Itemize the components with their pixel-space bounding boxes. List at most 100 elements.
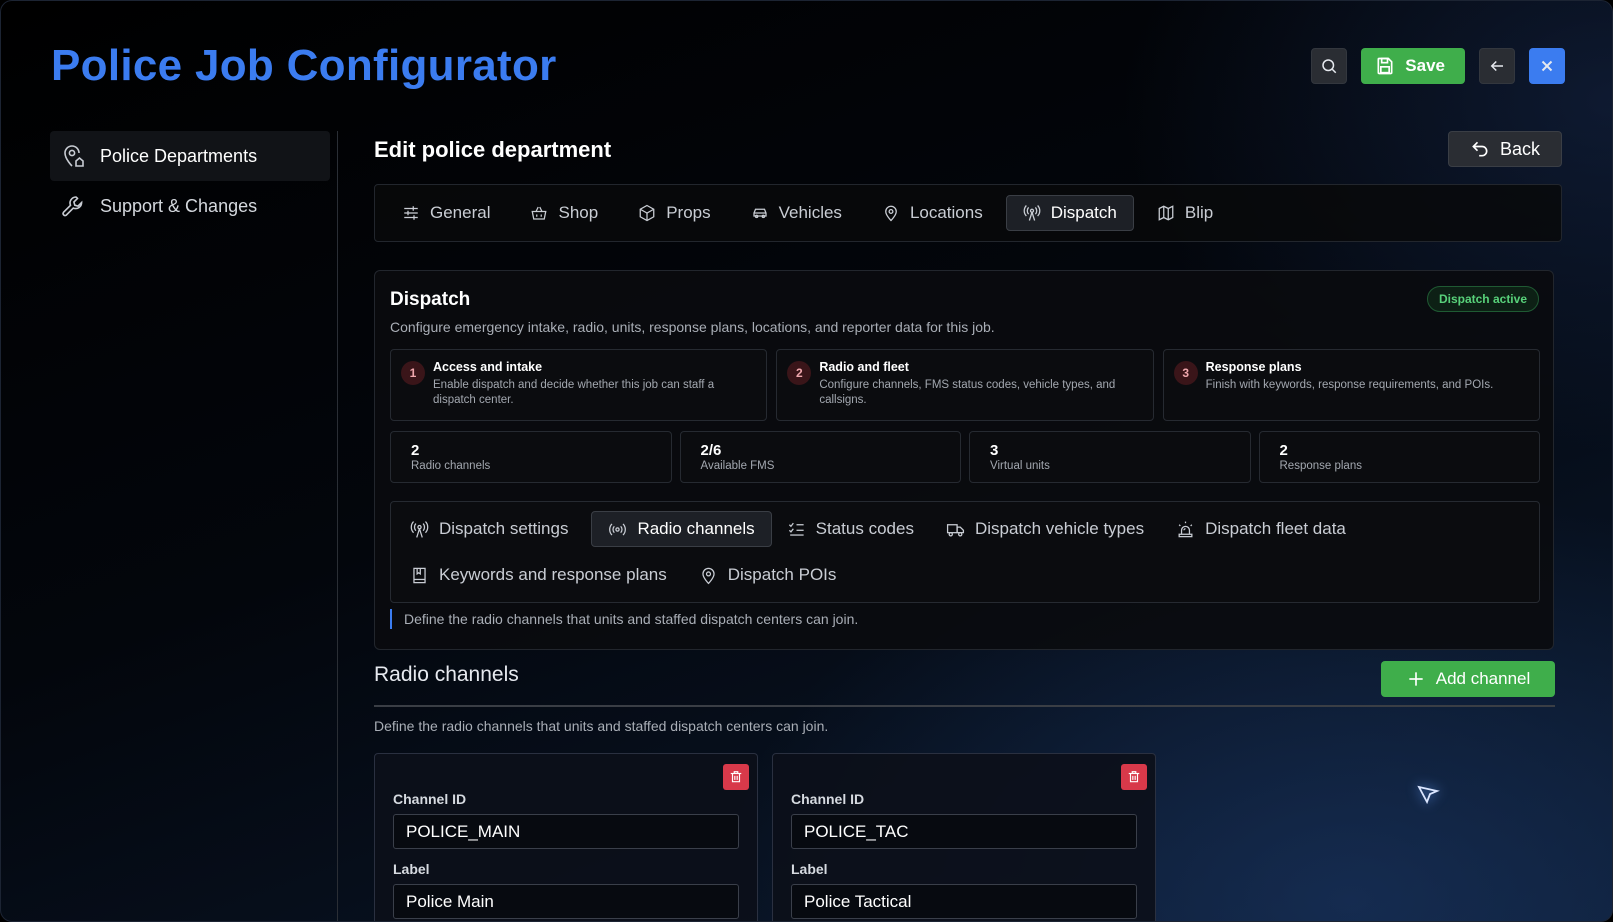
search-button[interactable]: [1311, 48, 1348, 84]
stat-label: Virtual units: [990, 460, 1050, 472]
channel-label-label: Label: [393, 861, 430, 877]
sidebar-item-label: Support & Changes: [100, 195, 258, 216]
subtab-hint: Define the radio channels that units and…: [390, 609, 858, 629]
sliders-icon: [404, 206, 418, 220]
close-icon: [1541, 60, 1553, 72]
subtab-label: Dispatch fleet data: [1205, 519, 1346, 538]
tab-blip[interactable]: Blip: [1140, 195, 1230, 231]
subtab-dispatch-pois[interactable]: Dispatch POIs: [690, 557, 854, 593]
sidebar-item-police-departments[interactable]: Police Departments: [50, 131, 330, 181]
tab-props[interactable]: Props: [621, 195, 727, 231]
tab-label: Dispatch: [1050, 203, 1117, 222]
step-description: Finish with keywords, response requireme…: [1205, 379, 1494, 391]
dispatch-subtitle: Configure emergency intake, radio, units…: [390, 319, 995, 335]
channel-label-input[interactable]: Police Tactical: [791, 884, 1137, 919]
radio-channels-description: Define the radio channels that units and…: [374, 718, 829, 734]
stat-value: 2: [1279, 442, 1288, 459]
sidebar-divider: [337, 131, 338, 921]
status-badge: Dispatch active: [1426, 286, 1539, 312]
basket-icon: [531, 206, 548, 220]
app-title: Police Job Configurator: [51, 41, 557, 90]
map-pin-icon: [702, 567, 715, 584]
stat-label: Available FMS: [700, 460, 775, 472]
step-description: Configure channels, FMS status codes, ve…: [819, 379, 1116, 406]
tab-label: Props: [666, 203, 711, 222]
setup-steps: 1 Access and intake Enable dispatch and …: [390, 349, 1540, 421]
stat-value: 2/6: [700, 442, 722, 459]
subtab-radio-channels[interactable]: Radio channels: [591, 511, 772, 547]
radio-icon: [609, 523, 627, 535]
channel-label-label: Label: [791, 861, 828, 877]
book-icon: [413, 567, 426, 583]
step-card: 1 Access and intake Enable dispatch and …: [390, 349, 768, 421]
subtab-label: Radio channels: [637, 519, 755, 538]
stat-card: 3 Virtual units: [969, 431, 1251, 483]
tab-vehicles[interactable]: Vehicles: [734, 195, 859, 231]
step-number: 2: [787, 361, 812, 385]
back-button[interactable]: Back: [1448, 131, 1562, 167]
wrench-icon: [62, 196, 83, 217]
dispatch-subtabs: Dispatch settings Radio channels Status …: [390, 501, 1540, 603]
plus-icon: [1409, 672, 1423, 686]
delete-channel-button[interactable]: [723, 764, 749, 790]
step-card: 3 Response plans Finish with keywords, r…: [1162, 349, 1540, 421]
channel-id-input[interactable]: POLICE_TAC: [791, 814, 1137, 849]
add-channel-button[interactable]: Add channel: [1381, 661, 1555, 697]
siren-icon: [1178, 521, 1193, 537]
back-label: Back: [1499, 138, 1541, 159]
dispatch-stats: 2 Radio channels 2/6 Available FMS 3 Vir…: [390, 431, 1540, 483]
tab-label: Locations: [909, 203, 983, 222]
tab-general[interactable]: General: [385, 195, 507, 231]
subtab-label: Dispatch POIs: [727, 565, 837, 584]
sidebar-item-label: Police Departments: [100, 145, 258, 166]
tab-shop[interactable]: Shop: [513, 195, 615, 231]
list-checks-icon: [788, 522, 804, 536]
tab-locations[interactable]: Locations: [865, 195, 1000, 231]
sidebar: Police Departments Support & Changes: [50, 131, 330, 231]
undo-icon: [1472, 141, 1488, 157]
channel-id-label: Channel ID: [393, 791, 467, 807]
add-channel-label: Add channel: [1435, 669, 1531, 688]
close-button[interactable]: [1529, 48, 1565, 84]
radio-channels-heading: Radio channels: [374, 663, 519, 686]
subtab-dispatch-vehicle-types[interactable]: Dispatch vehicle types: [937, 511, 1161, 547]
stat-card: 2 Response plans: [1258, 431, 1540, 483]
tab-label: General: [430, 203, 491, 222]
stat-card: 2/6 Available FMS: [679, 431, 961, 483]
trash-icon: [730, 771, 742, 783]
app-window: Police Job Configurator Save Police Depa…: [0, 0, 1613, 922]
step-card: 2 Radio and fleet Configure channels, FM…: [776, 349, 1154, 421]
tab-dispatch[interactable]: Dispatch: [1005, 195, 1134, 231]
step-number: 3: [1173, 361, 1198, 385]
channel-card: Channel ID POLICE_MAIN Label Police Main: [374, 753, 758, 921]
stat-label: Response plans: [1279, 460, 1362, 472]
package-icon: [639, 204, 655, 222]
save-button[interactable]: Save: [1361, 48, 1465, 84]
radio-tower-icon: [410, 520, 429, 538]
subtab-status-codes[interactable]: Status codes: [778, 511, 931, 547]
top-actions: Save: [1311, 48, 1565, 84]
subtab-dispatch-fleet-data[interactable]: Dispatch fleet data: [1167, 511, 1363, 547]
channel-id-label: Channel ID: [791, 791, 865, 807]
stat-label: Radio channels: [411, 460, 491, 472]
step-title: Radio and fleet: [819, 360, 909, 374]
pointer-cursor-icon: [1416, 783, 1440, 807]
stat-value: 2: [411, 442, 420, 459]
subtab-label: Dispatch settings: [439, 519, 569, 538]
search-icon: [1322, 59, 1337, 74]
channel-id-input[interactable]: POLICE_MAIN: [393, 814, 739, 849]
navigate-back-button[interactable]: [1479, 48, 1515, 84]
tab-label: Vehicles: [778, 203, 842, 222]
trash-icon: [1128, 771, 1140, 783]
arrow-left-icon: [1490, 60, 1503, 72]
radio-tower-icon: [1023, 205, 1041, 221]
subtab-label: Dispatch vehicle types: [974, 519, 1145, 538]
channel-label-input[interactable]: Police Main: [393, 884, 739, 919]
stat-card: 2 Radio channels: [390, 431, 672, 483]
tab-label: Blip: [1184, 203, 1214, 222]
step-title: Response plans: [1205, 360, 1302, 374]
delete-channel-button[interactable]: [1121, 764, 1147, 790]
sidebar-item-support-changes[interactable]: Support & Changes: [50, 181, 330, 231]
subtab-dispatch-settings[interactable]: Dispatch settings: [401, 511, 585, 547]
subtab-keywords-response-plans[interactable]: Keywords and response plans: [401, 557, 684, 593]
